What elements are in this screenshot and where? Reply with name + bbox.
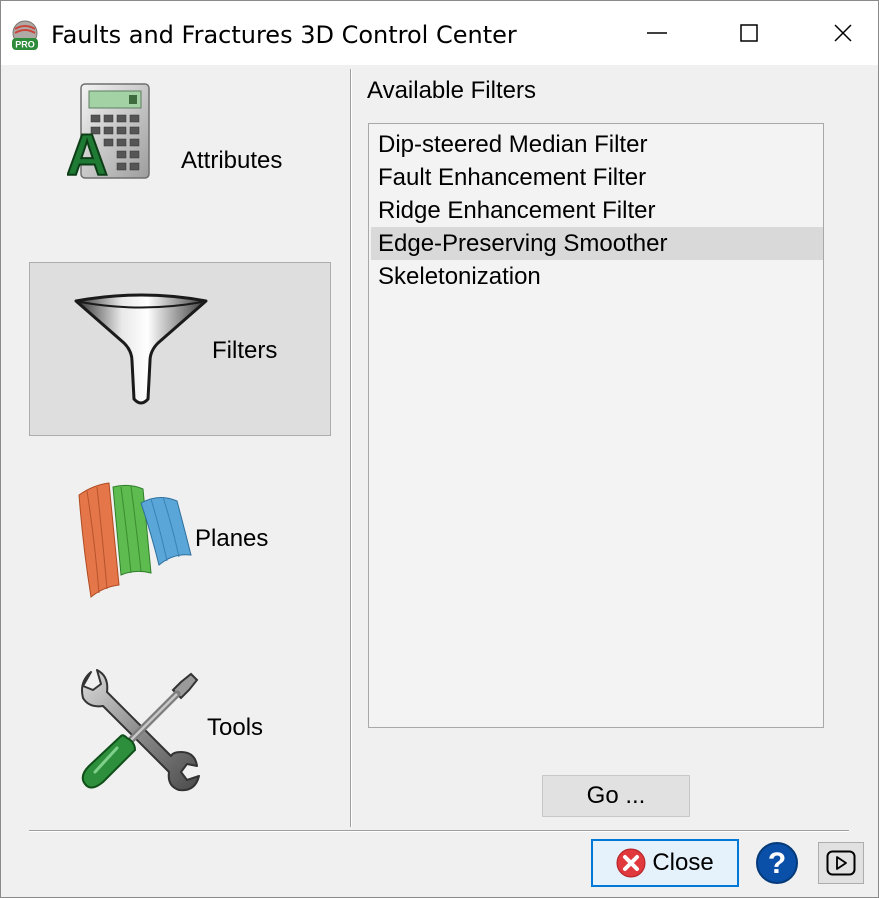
list-item[interactable]: Skeletonization [371,260,823,293]
sidebar-item-label: Planes [195,525,269,552]
client-area: A Attributes Filters Planes Tools Availa… [1,65,878,897]
sidebar-item-label: Attributes [181,147,283,174]
help-label: ? [768,847,786,880]
title-bar[interactable]: PRO Faults and Fractures 3D Control Cent… [1,1,878,65]
horizontal-divider [29,830,849,832]
sidebar-item-filters[interactable]: Filters [29,262,331,436]
wrench-screwdriver-icon [81,669,200,792]
sidebar-item-tools[interactable]: Tools [29,640,331,814]
window-title: Faults and Fractures 3D Control Center [51,21,517,49]
maximize-icon [740,24,758,42]
svg-text:A: A [67,123,108,182]
close-icon [834,24,852,42]
svg-text:PRO: PRO [15,40,35,50]
list-item[interactable]: Fault Enhancement Filter [371,161,823,194]
calculator-icon: A [67,83,150,182]
go-button[interactable]: Go ... [542,775,690,817]
list-item[interactable]: Ridge Enhancement Filter [371,194,823,227]
close-button-label: Close [652,849,714,876]
question-icon: ? [756,842,798,884]
x-circle-icon [616,848,646,878]
minimize-icon [647,32,667,34]
filter-list[interactable]: Dip-steered Median Filter Fault Enhancem… [368,123,824,728]
maximize-button[interactable] [713,1,785,65]
window-close-button[interactable] [807,1,878,65]
planes-icon [78,482,192,598]
funnel-icon [74,293,208,405]
play-icon [826,850,856,876]
control-center-window: PRO Faults and Fractures 3D Control Cent… [0,0,879,898]
sidebar-item-label: Filters [212,337,278,364]
sidebar-item-attributes[interactable]: A Attributes [29,73,331,247]
sidebar-item-label: Tools [207,714,264,741]
sidebar-item-planes[interactable]: Planes [29,451,331,625]
list-item[interactable]: Dip-steered Median Filter [371,128,823,161]
pro-badge-icon: PRO [12,20,38,50]
filters-heading: Available Filters [367,77,536,104]
vertical-divider [350,69,352,827]
list-item-selected[interactable]: Edge-Preserving Smoother [371,227,823,260]
help-button[interactable]: ? [755,841,799,885]
close-button[interactable]: Close [591,839,739,887]
play-button[interactable] [818,842,864,884]
minimize-button[interactable] [621,1,693,65]
